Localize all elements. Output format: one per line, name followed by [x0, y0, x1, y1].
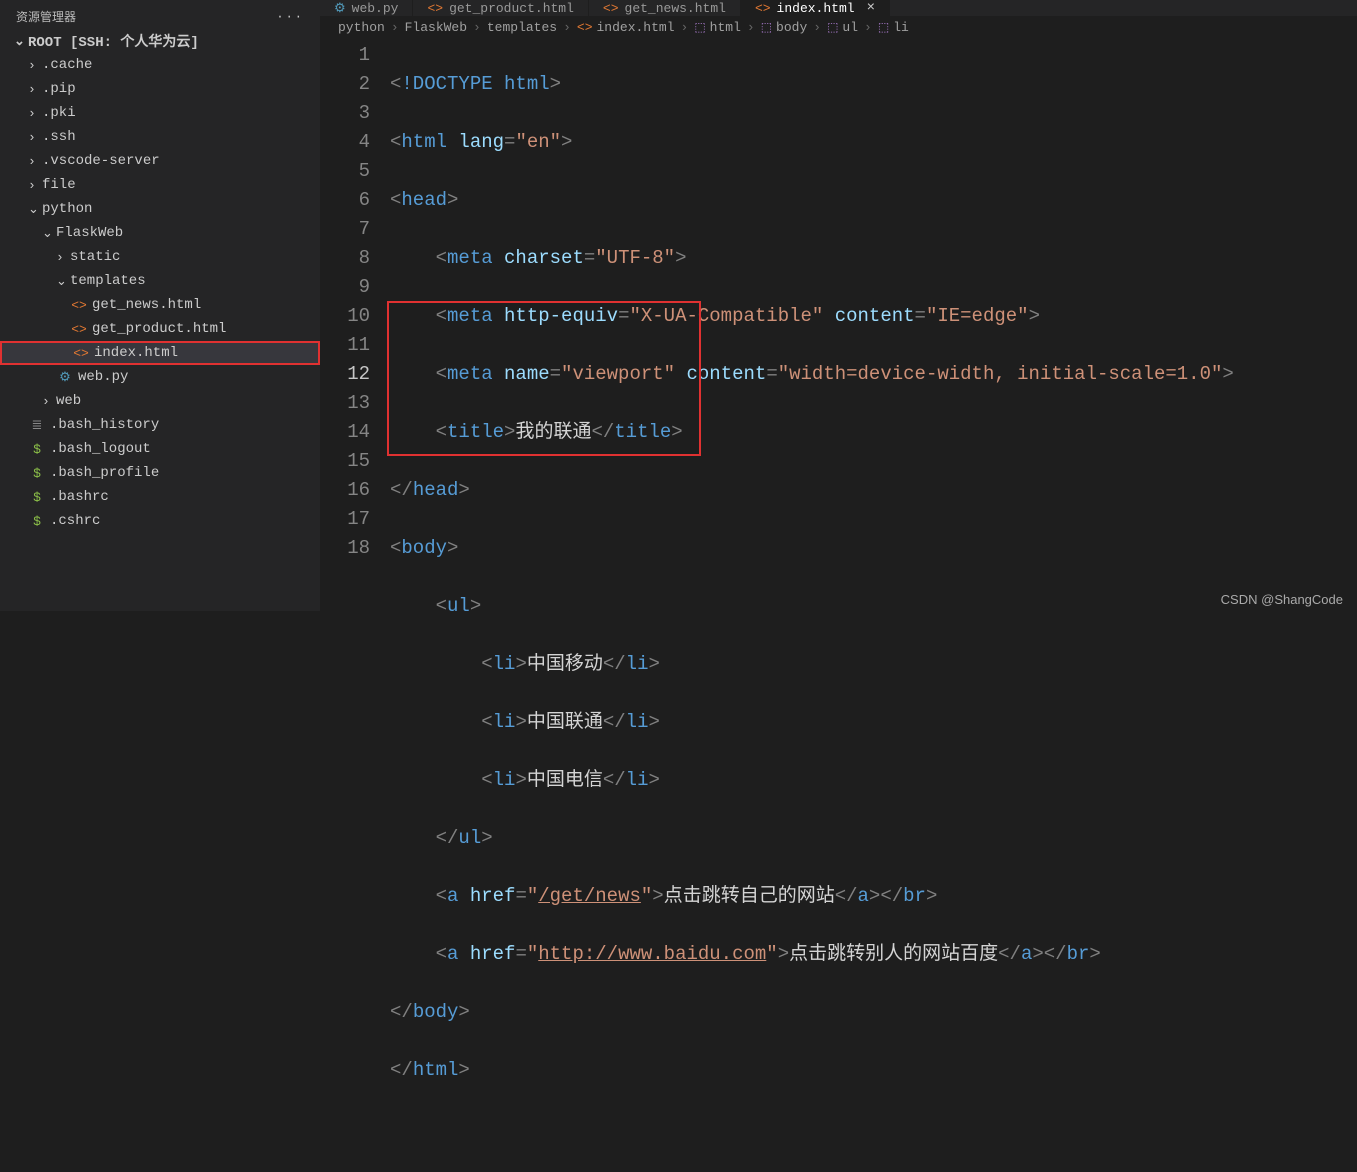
tab-bar: ⚙web.py <>get_product.html <>get_news.ht… — [320, 0, 1357, 16]
crumb-flaskweb[interactable]: FlaskWeb — [405, 20, 467, 35]
file-bash-history[interactable]: ≣.bash_history — [0, 413, 320, 437]
chevron-right-icon: › — [391, 20, 399, 35]
crumb-python[interactable]: python — [338, 20, 385, 35]
folder-python[interactable]: ⌄python — [0, 197, 320, 221]
editor-area: ⚙web.py <>get_product.html <>get_news.ht… — [320, 0, 1357, 611]
folder-static[interactable]: ›static — [0, 245, 320, 269]
chevron-right-icon: › — [747, 20, 755, 35]
chevron-right-icon: › — [563, 20, 571, 35]
chevron-right-icon: › — [28, 154, 42, 169]
watermark: CSDN @ShangCode — [1221, 592, 1343, 607]
html-icon: <> — [427, 1, 443, 16]
python-icon: ⚙ — [56, 370, 74, 385]
close-icon[interactable]: × — [867, 0, 875, 16]
code-content[interactable]: <!DOCTYPE html> <html lang="en"> <head> … — [390, 41, 1357, 1172]
file-tree: ⌄ROOT [SSH: 个人华为云] ›.cache ›.pip ›.pki ›… — [0, 29, 320, 611]
crumb-templates[interactable]: templates — [487, 20, 557, 35]
breadcrumb: python › FlaskWeb › templates › <> index.ht… — [320, 16, 1357, 39]
file-get-product[interactable]: <>get_product.html — [0, 317, 320, 341]
shell-icon: $ — [28, 466, 46, 481]
file-bashrc[interactable]: $.bashrc — [0, 485, 320, 509]
chevron-right-icon: › — [56, 250, 70, 265]
chevron-right-icon: › — [28, 178, 42, 193]
folder-vscode-server[interactable]: ›.vscode-server — [0, 149, 320, 173]
symbol-icon: ⬚ — [694, 20, 705, 35]
file-bash-profile[interactable]: $.bash_profile — [0, 461, 320, 485]
chevron-right-icon: › — [473, 20, 481, 35]
crumb-body[interactable]: ⬚ body — [761, 20, 808, 35]
crumb-li[interactable]: ⬚ li — [878, 20, 909, 35]
tab-get-news[interactable]: <>get_news.html — [589, 0, 741, 16]
file-webpy[interactable]: ⚙web.py — [0, 365, 320, 389]
tab-index[interactable]: <>index.html× — [741, 0, 890, 16]
shell-icon: $ — [28, 514, 46, 529]
line-gutter: 1 2 3 4 5 6 7 8 9 10 11 12 13 14 15 16 1… — [320, 41, 390, 1172]
tab-webpy[interactable]: ⚙web.py — [320, 0, 413, 16]
symbol-icon: ⬚ — [878, 20, 889, 35]
file-icon: ≣ — [28, 418, 46, 433]
shell-icon: $ — [28, 442, 46, 457]
folder-pip[interactable]: ›.pip — [0, 77, 320, 101]
chevron-right-icon: › — [28, 58, 42, 73]
crumb-html[interactable]: ⬚ html — [694, 20, 741, 35]
chevron-down-icon: ⌄ — [14, 34, 28, 49]
html-icon: <> — [577, 20, 593, 35]
folder-web[interactable]: ›web — [0, 389, 320, 413]
code-editor[interactable]: 1 2 3 4 5 6 7 8 9 10 11 12 13 14 15 16 1… — [320, 39, 1357, 1172]
symbol-icon: ⬚ — [827, 20, 838, 35]
shell-icon: $ — [28, 490, 46, 505]
file-cshrc[interactable]: $.cshrc — [0, 509, 320, 533]
chevron-right-icon: › — [28, 82, 42, 97]
more-icon[interactable]: ··· — [276, 10, 304, 24]
html-icon: <> — [755, 1, 771, 16]
explorer-sidebar: 资源管理器 ··· ⌄ROOT [SSH: 个人华为云] ›.cache ›.p… — [0, 0, 320, 611]
chevron-right-icon: › — [28, 106, 42, 121]
crumb-ul[interactable]: ⬚ ul — [827, 20, 858, 35]
chevron-down-icon: ⌄ — [56, 274, 70, 289]
symbol-icon: ⬚ — [761, 20, 772, 35]
chevron-right-icon: › — [28, 130, 42, 145]
folder-ssh[interactable]: ›.ssh — [0, 125, 320, 149]
html-icon: <> — [70, 298, 88, 313]
folder-pki[interactable]: ›.pki — [0, 101, 320, 125]
html-icon: <> — [72, 346, 90, 361]
html-icon: <> — [603, 1, 619, 16]
python-icon: ⚙ — [334, 1, 346, 16]
chevron-right-icon: › — [813, 20, 821, 35]
folder-file[interactable]: ›file — [0, 173, 320, 197]
html-icon: <> — [70, 322, 88, 337]
chevron-down-icon: ⌄ — [42, 226, 56, 241]
chevron-right-icon: › — [42, 394, 56, 409]
file-bash-logout[interactable]: $.bash_logout — [0, 437, 320, 461]
folder-cache[interactable]: ›.cache — [0, 53, 320, 77]
explorer-title: 资源管理器 — [16, 8, 76, 25]
chevron-right-icon: › — [864, 20, 872, 35]
chevron-right-icon: › — [681, 20, 689, 35]
file-get-news[interactable]: <>get_news.html — [0, 293, 320, 317]
chevron-down-icon: ⌄ — [28, 202, 42, 217]
folder-templates[interactable]: ⌄templates — [0, 269, 320, 293]
file-index[interactable]: <>index.html — [0, 341, 320, 365]
folder-flaskweb[interactable]: ⌄FlaskWeb — [0, 221, 320, 245]
crumb-index[interactable]: <> index.html — [577, 20, 675, 35]
root-folder[interactable]: ⌄ROOT [SSH: 个人华为云] — [0, 29, 320, 53]
tab-get-product[interactable]: <>get_product.html — [413, 0, 588, 16]
